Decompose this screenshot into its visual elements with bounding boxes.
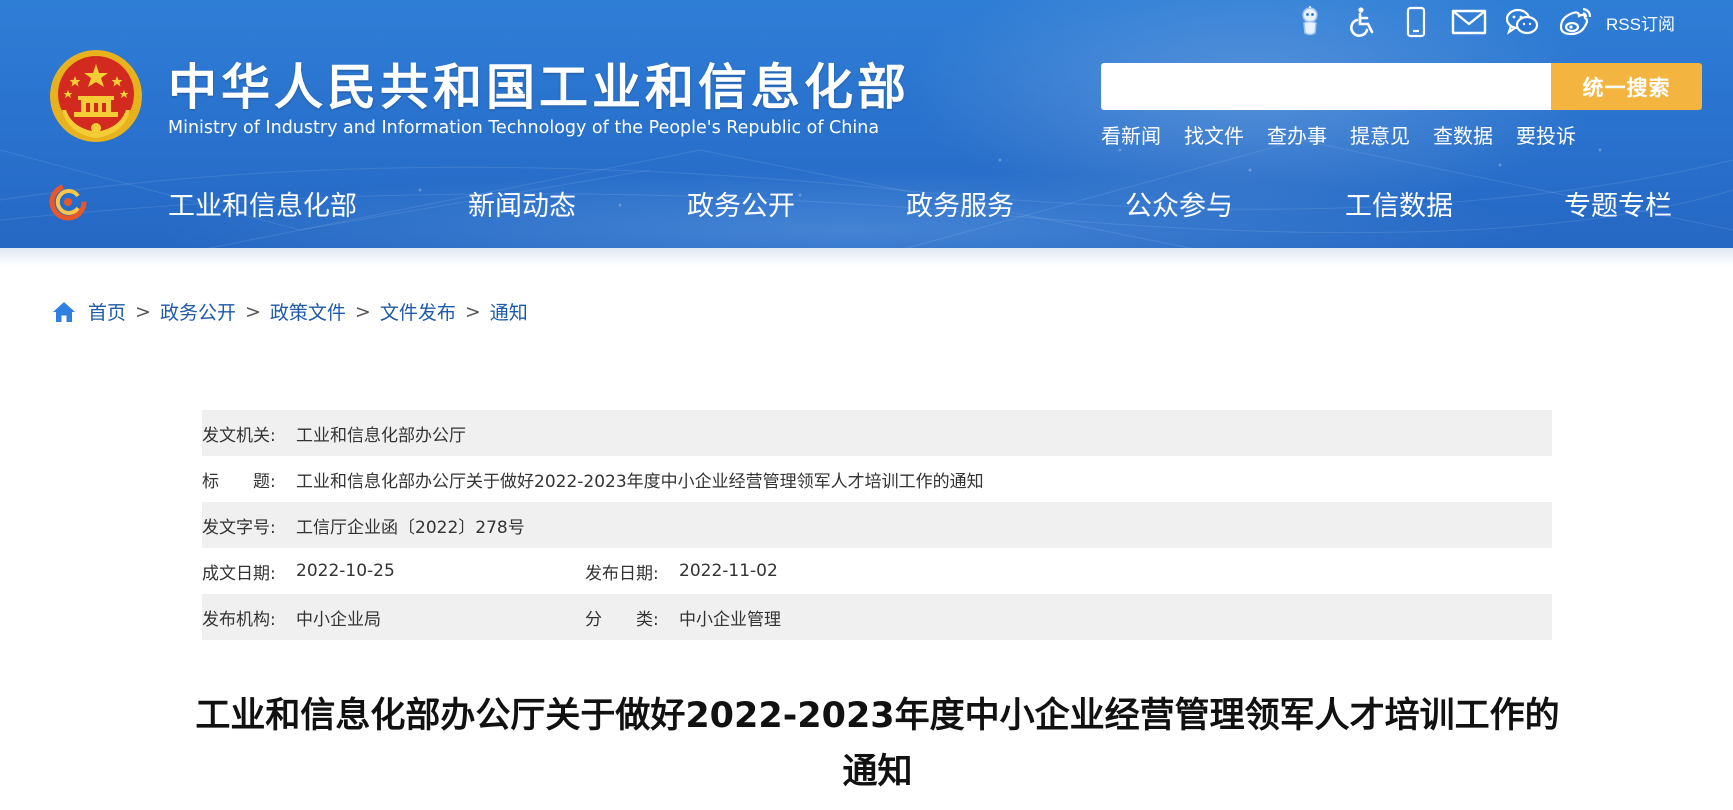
info-row-title: 标 题: 工业和信息化部办公厅关于做好2022-2023年度中小企业经营管理领军…	[202, 456, 1552, 502]
info-row-issuer: 发文机关: 工业和信息化部办公厅	[202, 410, 1552, 456]
agency-label: 发布机构:	[202, 609, 276, 630]
mail-icon[interactable]	[1449, 4, 1489, 40]
category-label: 分 类:	[585, 609, 659, 630]
breadcrumb-government-affairs[interactable]: 政务公开	[160, 298, 236, 325]
info-row-docno: 发文字号: 工信厅企业函〔2022〕278号	[202, 502, 1552, 548]
nav-item-news[interactable]: 新闻动态	[468, 184, 576, 223]
breadcrumb-notice[interactable]: 通知	[490, 298, 528, 325]
quick-link-feedback[interactable]: 提意见	[1350, 120, 1410, 149]
title-label: 标 题:	[202, 471, 276, 492]
info-row-dates: 成文日期: 2022-10-25 发布日期: 2022-11-02	[202, 548, 1552, 594]
breadcrumb-separator: >	[135, 300, 151, 323]
weibo-icon[interactable]	[1555, 4, 1595, 40]
breadcrumb: 首页 > 政务公开 > 政策文件 > 文件发布 > 通知	[52, 298, 528, 325]
category-value: 中小企业管理	[679, 609, 781, 630]
document-info-table: 发文机关: 工业和信息化部办公厅 标 题: 工业和信息化部办公厅关于做好2022…	[202, 410, 1552, 640]
nav-item-data[interactable]: 工信数据	[1345, 184, 1453, 223]
published-date-label: 发布日期:	[585, 563, 659, 584]
issuer-value: 工业和信息化部办公厅	[296, 425, 466, 446]
nav-item-government-services[interactable]: 政务服务	[906, 184, 1014, 223]
search-input[interactable]	[1101, 63, 1551, 110]
national-emblem-logo	[50, 50, 142, 142]
breadcrumb-separator: >	[464, 300, 481, 323]
docno-label: 发文字号:	[202, 517, 276, 538]
quick-link-files[interactable]: 找文件	[1184, 120, 1244, 149]
site-subtitle: Ministry of Industry and Information Tec…	[168, 118, 880, 138]
top-utility-bar: RSS订阅	[1290, 4, 1675, 40]
agency-value: 中小企业局	[296, 609, 381, 630]
robot-icon[interactable]	[1290, 4, 1330, 40]
nav-item-public-participation[interactable]: 公众参与	[1125, 184, 1233, 223]
breadcrumb-policy-files[interactable]: 政策文件	[270, 298, 346, 325]
breadcrumb-separator: >	[244, 300, 261, 323]
info-row-agency: 发布机构: 中小企业局 分 类: 中小企业管理	[202, 594, 1552, 640]
search-button[interactable]: 统一搜索	[1551, 63, 1702, 110]
article-title: 工业和信息化部办公厅关于做好2022-2023年度中小企业经营管理领军人才培训工…	[195, 696, 1560, 792]
title-value: 工业和信息化部办公厅关于做好2022-2023年度中小企业经营管理领军人才培训工…	[296, 471, 984, 492]
breadcrumb-home[interactable]: 首页	[88, 298, 126, 325]
wechat-icon[interactable]	[1502, 4, 1542, 40]
breadcrumb-file-release[interactable]: 文件发布	[380, 298, 456, 325]
mobile-icon[interactable]	[1396, 4, 1436, 40]
breadcrumb-separator: >	[354, 300, 371, 323]
main-nav: 工业和信息化部 新闻动态 政务公开 政务服务 公众参与 工信数据 专题专栏	[0, 178, 1733, 228]
site-header: 中华人民共和国工业和信息化部 Ministry of Industry and …	[0, 0, 1733, 250]
created-date-value: 2022-10-25	[296, 561, 395, 581]
published-date-value: 2022-11-02	[679, 561, 778, 581]
quick-link-news[interactable]: 看新闻	[1101, 120, 1161, 149]
quick-link-services[interactable]: 查办事	[1267, 120, 1327, 149]
header-divider	[0, 248, 1733, 266]
quick-links: 看新闻 找文件 查办事 提意见 查数据 要投诉	[1101, 120, 1599, 149]
nav-item-special-topics[interactable]: 专题专栏	[1564, 184, 1672, 223]
issuer-label: 发文机关:	[202, 425, 276, 446]
quick-link-data[interactable]: 查数据	[1433, 120, 1493, 149]
quick-link-complaint[interactable]: 要投诉	[1516, 120, 1576, 149]
accessibility-icon[interactable]	[1343, 4, 1383, 40]
rss-subscribe-link[interactable]: RSS订阅	[1606, 10, 1675, 35]
nav-item-miit[interactable]: 工业和信息化部	[168, 184, 357, 223]
docno-value: 工信厅企业函〔2022〕278号	[296, 517, 525, 538]
miit-logo-icon[interactable]	[48, 182, 88, 222]
site-title: 中华人民共和国工业和信息化部	[168, 59, 911, 116]
created-date-label: 成文日期:	[202, 563, 276, 584]
nav-item-government-affairs[interactable]: 政务公开	[687, 184, 795, 223]
home-icon[interactable]	[52, 301, 76, 323]
